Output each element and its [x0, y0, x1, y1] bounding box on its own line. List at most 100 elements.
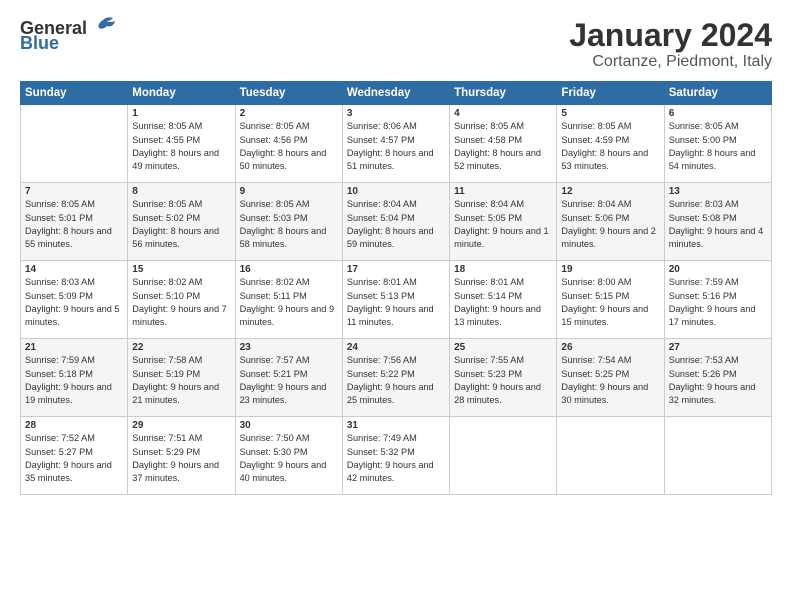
day-number: 27	[669, 342, 767, 353]
day-number: 14	[25, 264, 123, 275]
day-number: 16	[240, 264, 338, 275]
cell-3-6: 27 Sunrise: 7:53 AM Sunset: 5:26 PM Dayl…	[664, 339, 771, 417]
sunrise-text: Sunrise: 8:03 AM	[25, 277, 95, 287]
sunrise-text: Sunrise: 7:51 AM	[132, 433, 202, 443]
sunrise-text: Sunrise: 8:05 AM	[240, 199, 310, 209]
day-info: Sunrise: 8:05 AM Sunset: 5:03 PM Dayligh…	[240, 198, 338, 251]
cell-2-6: 20 Sunrise: 7:59 AM Sunset: 5:16 PM Dayl…	[664, 261, 771, 339]
daylight-text: Daylight: 8 hours and 58 minutes.	[240, 226, 327, 249]
cell-2-1: 15 Sunrise: 8:02 AM Sunset: 5:10 PM Dayl…	[128, 261, 235, 339]
cell-2-2: 16 Sunrise: 8:02 AM Sunset: 5:11 PM Dayl…	[235, 261, 342, 339]
cell-3-4: 25 Sunrise: 7:55 AM Sunset: 5:23 PM Dayl…	[450, 339, 557, 417]
cell-0-3: 3 Sunrise: 8:06 AM Sunset: 4:57 PM Dayli…	[342, 105, 449, 183]
cell-3-1: 22 Sunrise: 7:58 AM Sunset: 5:19 PM Dayl…	[128, 339, 235, 417]
day-info: Sunrise: 8:04 AM Sunset: 5:06 PM Dayligh…	[561, 198, 659, 251]
sunrise-text: Sunrise: 8:05 AM	[669, 121, 739, 131]
daylight-text: Daylight: 9 hours and 19 minutes.	[25, 382, 112, 405]
header: General Blue January 2024 Cortanze, Pied…	[20, 18, 772, 71]
day-info: Sunrise: 8:04 AM Sunset: 5:04 PM Dayligh…	[347, 198, 445, 251]
cell-1-5: 12 Sunrise: 8:04 AM Sunset: 5:06 PM Dayl…	[557, 183, 664, 261]
header-saturday: Saturday	[664, 82, 771, 105]
daylight-text: Daylight: 9 hours and 35 minutes.	[25, 460, 112, 483]
day-info: Sunrise: 8:03 AM Sunset: 5:09 PM Dayligh…	[25, 276, 123, 329]
sunrise-text: Sunrise: 7:56 AM	[347, 355, 417, 365]
cell-1-2: 9 Sunrise: 8:05 AM Sunset: 5:03 PM Dayli…	[235, 183, 342, 261]
sunrise-text: Sunrise: 8:05 AM	[561, 121, 631, 131]
cell-3-3: 24 Sunrise: 7:56 AM Sunset: 5:22 PM Dayl…	[342, 339, 449, 417]
day-info: Sunrise: 7:51 AM Sunset: 5:29 PM Dayligh…	[132, 432, 230, 485]
day-number: 8	[132, 186, 230, 197]
daylight-text: Daylight: 9 hours and 7 minutes.	[132, 304, 227, 327]
daylight-text: Daylight: 8 hours and 52 minutes.	[454, 148, 541, 171]
cell-2-0: 14 Sunrise: 8:03 AM Sunset: 5:09 PM Dayl…	[21, 261, 128, 339]
cell-4-1: 29 Sunrise: 7:51 AM Sunset: 5:29 PM Dayl…	[128, 417, 235, 495]
sunset-text: Sunset: 5:09 PM	[25, 291, 93, 301]
daylight-text: Daylight: 8 hours and 50 minutes.	[240, 148, 327, 171]
day-info: Sunrise: 8:05 AM Sunset: 4:59 PM Dayligh…	[561, 120, 659, 173]
sunset-text: Sunset: 5:14 PM	[454, 291, 522, 301]
day-info: Sunrise: 8:03 AM Sunset: 5:08 PM Dayligh…	[669, 198, 767, 251]
logo: General Blue	[20, 18, 117, 54]
day-info: Sunrise: 7:54 AM Sunset: 5:25 PM Dayligh…	[561, 354, 659, 407]
week-row-1: 7 Sunrise: 8:05 AM Sunset: 5:01 PM Dayli…	[21, 183, 772, 261]
cell-2-3: 17 Sunrise: 8:01 AM Sunset: 5:13 PM Dayl…	[342, 261, 449, 339]
cell-3-5: 26 Sunrise: 7:54 AM Sunset: 5:25 PM Dayl…	[557, 339, 664, 417]
day-info: Sunrise: 7:52 AM Sunset: 5:27 PM Dayligh…	[25, 432, 123, 485]
day-number: 25	[454, 342, 552, 353]
sunrise-text: Sunrise: 8:02 AM	[132, 277, 202, 287]
sunset-text: Sunset: 5:21 PM	[240, 369, 308, 379]
daylight-text: Daylight: 8 hours and 49 minutes.	[132, 148, 219, 171]
daylight-text: Daylight: 9 hours and 15 minutes.	[561, 304, 648, 327]
day-info: Sunrise: 7:49 AM Sunset: 5:32 PM Dayligh…	[347, 432, 445, 485]
cell-0-2: 2 Sunrise: 8:05 AM Sunset: 4:56 PM Dayli…	[235, 105, 342, 183]
sunset-text: Sunset: 5:19 PM	[132, 369, 200, 379]
sunset-text: Sunset: 5:02 PM	[132, 213, 200, 223]
sunrise-text: Sunrise: 8:01 AM	[347, 277, 417, 287]
sunrise-text: Sunrise: 8:03 AM	[669, 199, 739, 209]
daylight-text: Daylight: 9 hours and 30 minutes.	[561, 382, 648, 405]
cell-1-6: 13 Sunrise: 8:03 AM Sunset: 5:08 PM Dayl…	[664, 183, 771, 261]
daylight-text: Daylight: 9 hours and 21 minutes.	[132, 382, 219, 405]
daylight-text: Daylight: 9 hours and 37 minutes.	[132, 460, 219, 483]
week-row-4: 28 Sunrise: 7:52 AM Sunset: 5:27 PM Dayl…	[21, 417, 772, 495]
sunrise-text: Sunrise: 8:01 AM	[454, 277, 524, 287]
day-number: 29	[132, 420, 230, 431]
sunrise-text: Sunrise: 7:53 AM	[669, 355, 739, 365]
day-info: Sunrise: 8:01 AM Sunset: 5:14 PM Dayligh…	[454, 276, 552, 329]
header-friday: Friday	[557, 82, 664, 105]
sunrise-text: Sunrise: 7:55 AM	[454, 355, 524, 365]
daylight-text: Daylight: 9 hours and 9 minutes.	[240, 304, 335, 327]
sunset-text: Sunset: 5:26 PM	[669, 369, 737, 379]
cell-1-0: 7 Sunrise: 8:05 AM Sunset: 5:01 PM Dayli…	[21, 183, 128, 261]
day-number: 4	[454, 108, 552, 119]
sunset-text: Sunset: 5:04 PM	[347, 213, 415, 223]
day-number: 31	[347, 420, 445, 431]
sunset-text: Sunset: 5:32 PM	[347, 447, 415, 457]
day-number: 24	[347, 342, 445, 353]
day-info: Sunrise: 8:05 AM Sunset: 4:56 PM Dayligh…	[240, 120, 338, 173]
week-row-0: 1 Sunrise: 8:05 AM Sunset: 4:55 PM Dayli…	[21, 105, 772, 183]
sunset-text: Sunset: 5:11 PM	[240, 291, 307, 301]
sunrise-text: Sunrise: 8:05 AM	[454, 121, 524, 131]
cell-1-3: 10 Sunrise: 8:04 AM Sunset: 5:04 PM Dayl…	[342, 183, 449, 261]
day-info: Sunrise: 8:05 AM Sunset: 5:02 PM Dayligh…	[132, 198, 230, 251]
daylight-text: Daylight: 9 hours and 11 minutes.	[347, 304, 434, 327]
day-info: Sunrise: 7:50 AM Sunset: 5:30 PM Dayligh…	[240, 432, 338, 485]
day-number: 3	[347, 108, 445, 119]
sunrise-text: Sunrise: 7:57 AM	[240, 355, 310, 365]
cell-0-4: 4 Sunrise: 8:05 AM Sunset: 4:58 PM Dayli…	[450, 105, 557, 183]
day-info: Sunrise: 8:05 AM Sunset: 5:00 PM Dayligh…	[669, 120, 767, 173]
day-info: Sunrise: 8:02 AM Sunset: 5:11 PM Dayligh…	[240, 276, 338, 329]
sunrise-text: Sunrise: 8:00 AM	[561, 277, 631, 287]
sunset-text: Sunset: 5:01 PM	[25, 213, 93, 223]
day-number: 17	[347, 264, 445, 275]
day-info: Sunrise: 8:00 AM Sunset: 5:15 PM Dayligh…	[561, 276, 659, 329]
sunrise-text: Sunrise: 7:49 AM	[347, 433, 417, 443]
day-number: 12	[561, 186, 659, 197]
sunset-text: Sunset: 5:03 PM	[240, 213, 308, 223]
sunset-text: Sunset: 5:23 PM	[454, 369, 522, 379]
daylight-text: Daylight: 9 hours and 5 minutes.	[25, 304, 120, 327]
sunrise-text: Sunrise: 7:59 AM	[669, 277, 739, 287]
cell-1-4: 11 Sunrise: 8:04 AM Sunset: 5:05 PM Dayl…	[450, 183, 557, 261]
week-row-3: 21 Sunrise: 7:59 AM Sunset: 5:18 PM Dayl…	[21, 339, 772, 417]
